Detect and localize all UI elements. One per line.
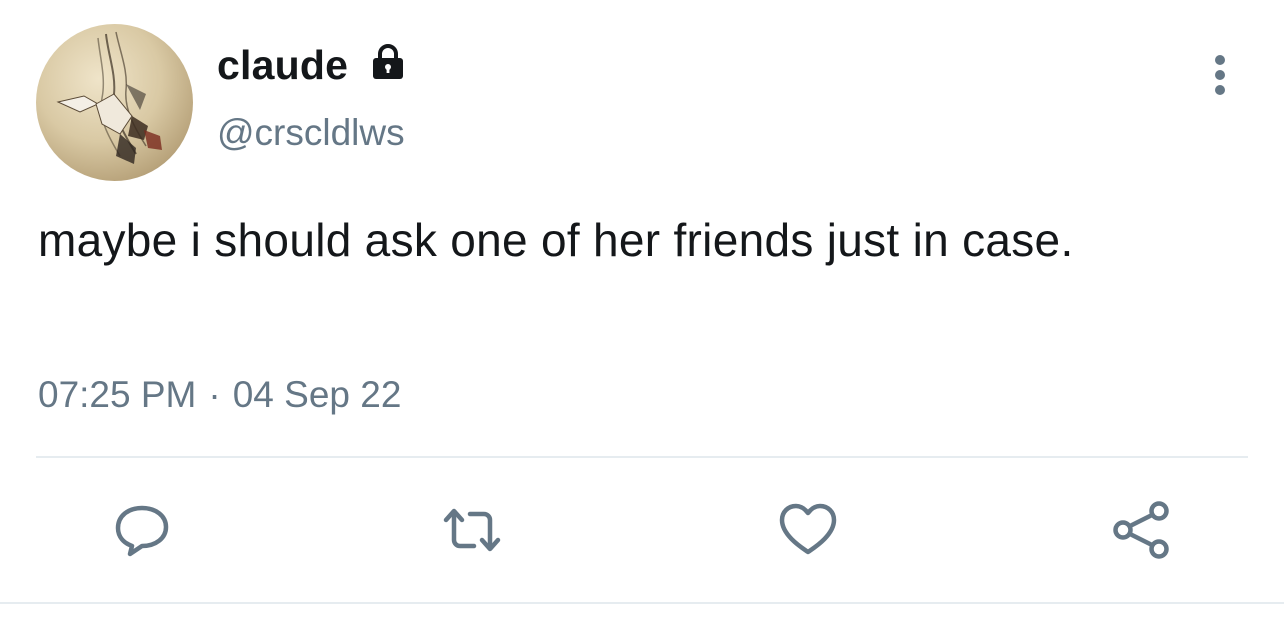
retweet-button[interactable] (440, 500, 504, 560)
share-button[interactable] (1110, 500, 1174, 560)
heart-icon (779, 503, 837, 555)
display-name[interactable]: claude (217, 42, 348, 89)
like-button[interactable] (776, 500, 840, 560)
reply-button[interactable] (110, 500, 174, 560)
tweet-date: 04 Sep 22 (232, 374, 402, 415)
more-vertical-icon[interactable] (1200, 52, 1240, 98)
retweet-icon (443, 508, 501, 552)
avatar[interactable] (36, 24, 193, 181)
bottom-divider (0, 602, 1284, 604)
timestamp-separator: · (208, 374, 221, 415)
tweet-text: maybe i should ask one of her friends ju… (38, 214, 1074, 266)
avatar-illustration (56, 31, 162, 164)
share-icon (1113, 501, 1169, 559)
lock-icon (373, 44, 403, 79)
tweet-card: claude @crscldlws maybe i should ask one… (0, 0, 1284, 621)
tweet-timestamp: 07:25 PM · 04 Sep 22 (38, 374, 401, 416)
user-handle[interactable]: @crscldlws (217, 112, 405, 154)
divider (36, 456, 1248, 458)
tweet-time: 07:25 PM (38, 374, 197, 415)
reply-icon (115, 505, 169, 557)
